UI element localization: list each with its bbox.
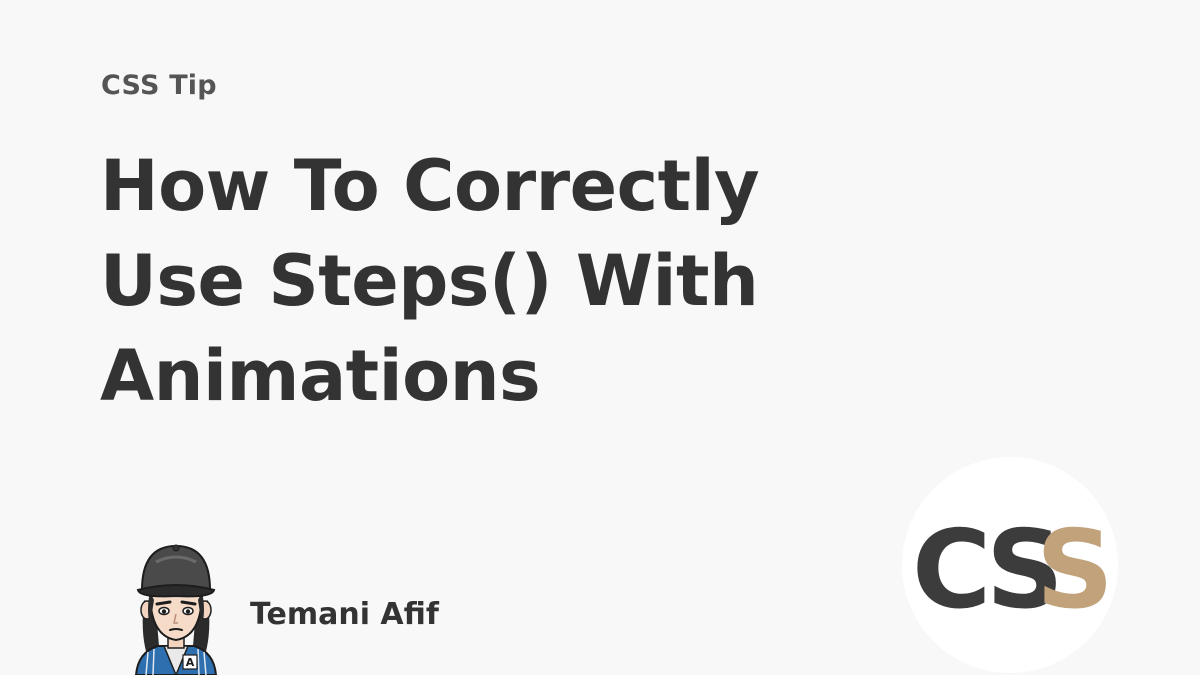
author-block: A Temani Afif (126, 540, 439, 675)
title-line-2: Use Steps() With (100, 240, 759, 322)
css-logo: C S S (902, 457, 1118, 673)
logo-letter-s-accent: S (1036, 508, 1114, 633)
article-title: How To Correctly Use Steps() With Animat… (100, 139, 960, 424)
author-name: Temani Afif (250, 597, 439, 632)
tip-card: CSS Tip How To Correctly Use Steps() Wit… (0, 0, 1200, 675)
logo-letter-c: C (912, 508, 991, 633)
title-line-1: How To Correctly (100, 145, 760, 227)
category-label: CSS Tip (101, 70, 217, 101)
author-avatar: A (134, 544, 218, 675)
title-line-3: Animations (100, 335, 541, 417)
css-logo-graphic: C S S (912, 508, 1114, 633)
avatar-badge-letter: A (186, 656, 195, 669)
